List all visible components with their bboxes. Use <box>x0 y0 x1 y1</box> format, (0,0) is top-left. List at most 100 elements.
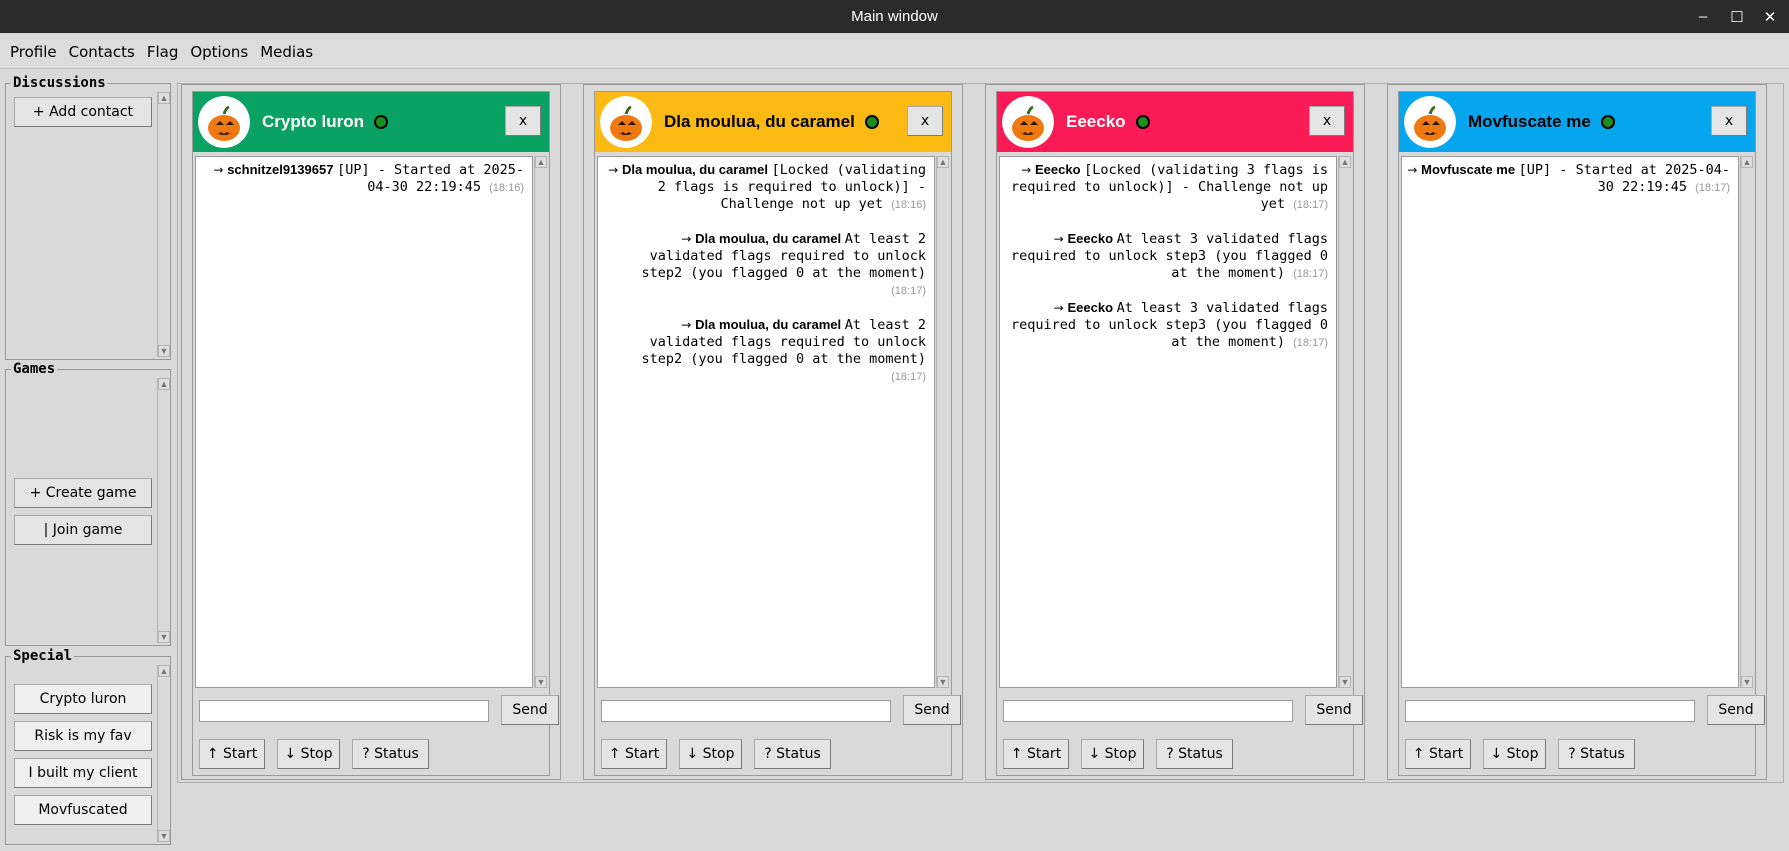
close-chat-button[interactable]: x <box>1711 106 1747 136</box>
special-scrollbar[interactable]: ▲ ▼ <box>157 665 170 842</box>
scroll-up-icon[interactable]: ▲ <box>937 156 949 168</box>
avatar <box>600 96 652 148</box>
avatar <box>198 96 250 148</box>
chat-frame: Dla moulua, du caramel x → Dla moulua, d… <box>594 91 961 776</box>
menu-flag[interactable]: Flag <box>141 43 185 61</box>
stop-button[interactable]: ↓ Stop <box>1081 739 1144 769</box>
message-sender: Dla moulua, du caramel <box>695 231 845 246</box>
message-log-scrollbar[interactable]: ▲ ▼ <box>534 156 547 688</box>
special-panel: Special Crypto luron Risk is my fav I bu… <box>5 648 171 845</box>
scroll-up-icon[interactable]: ▲ <box>158 92 170 104</box>
message-time: (18:17) <box>1293 199 1328 211</box>
status-button[interactable]: ? Status <box>352 739 429 769</box>
games-title: Games <box>11 361 58 377</box>
message-log-scrollbar[interactable]: ▲ ▼ <box>936 156 949 688</box>
discussions-panel: Discussions + Add contact ▲ ▼ <box>5 75 171 360</box>
chat-message: → Eeecko At least 3 validated flags requ… <box>1000 226 1336 283</box>
stop-button[interactable]: ↓ Stop <box>277 739 340 769</box>
chat-panel-4: Movfuscate me x → Movfuscate me [UP] - S… <box>1387 84 1767 780</box>
chat-panel-2: Dla moulua, du caramel x → Dla moulua, d… <box>583 84 963 780</box>
discussions-scrollbar[interactable]: ▲ ▼ <box>157 92 170 357</box>
chat-frame: Eeecko x → Eeecko [Locked (validating 3 … <box>996 91 1363 776</box>
pumpkin-avatar-icon <box>1002 96 1054 148</box>
special-item-crypto-luron[interactable]: Crypto luron <box>14 684 152 714</box>
message-sender: Movfuscate me <box>1421 162 1519 177</box>
maximize-icon[interactable]: ☐ <box>1722 0 1752 33</box>
send-button[interactable]: Send <box>903 695 961 725</box>
close-window-icon[interactable]: ✕ <box>1755 0 1785 33</box>
arrow-icon: → <box>1053 301 1068 315</box>
chat-name: Crypto luron <box>262 112 364 131</box>
start-button[interactable]: ↑ Start <box>1405 739 1471 769</box>
special-item-i-built-my-client[interactable]: I built my client <box>14 758 152 788</box>
scroll-down-icon[interactable]: ▼ <box>158 830 170 842</box>
message-input[interactable] <box>199 700 489 722</box>
message-log-scrollbar[interactable]: ▲ ▼ <box>1338 156 1351 688</box>
chat-message: → Eeecko [Locked (validating 3 flags is … <box>1000 157 1336 214</box>
title-bar: Main window – ☐ ✕ <box>0 0 1789 33</box>
special-item-movfuscated[interactable]: Movfuscated <box>14 795 152 825</box>
send-button[interactable]: Send <box>1305 695 1363 725</box>
message-time: (18:17) <box>1293 337 1328 349</box>
online-status-icon <box>374 115 388 129</box>
chat-message: → Dla moulua, du caramel At least 2 vali… <box>598 312 934 386</box>
arrow-icon: → <box>681 232 696 246</box>
chat-message: → Eeecko At least 3 validated flags requ… <box>1000 295 1336 352</box>
status-button[interactable]: ? Status <box>1558 739 1635 769</box>
message-input[interactable] <box>601 700 891 722</box>
scroll-down-icon[interactable]: ▼ <box>937 676 949 688</box>
message-input[interactable] <box>1405 700 1695 722</box>
scroll-up-icon[interactable]: ▲ <box>158 378 170 390</box>
scroll-up-icon[interactable]: ▲ <box>1741 156 1753 168</box>
start-button[interactable]: ↑ Start <box>601 739 667 769</box>
online-status-icon <box>864 115 879 129</box>
stop-button[interactable]: ↓ Stop <box>679 739 742 769</box>
message-time: (18:17) <box>891 285 926 297</box>
scroll-down-icon[interactable]: ▼ <box>158 631 170 643</box>
special-item-risk-is-my-fav[interactable]: Risk is my fav <box>14 721 152 751</box>
message-log: → Movfuscate me [UP] - Started at 2025-0… <box>1401 156 1739 688</box>
minimize-icon[interactable]: – <box>1688 0 1718 33</box>
send-button[interactable]: Send <box>501 695 559 725</box>
chat-panel-3: Eeecko x → Eeecko [Locked (validating 3 … <box>985 84 1365 780</box>
message-input[interactable] <box>1003 700 1293 722</box>
send-button[interactable]: Send <box>1707 695 1765 725</box>
scroll-down-icon[interactable]: ▼ <box>158 345 170 357</box>
close-chat-button[interactable]: x <box>505 106 541 136</box>
scroll-down-icon[interactable]: ▼ <box>535 676 547 688</box>
arrow-icon: → <box>608 163 623 177</box>
message-log: → Dla moulua, du caramel [Locked (valida… <box>597 156 935 688</box>
arrow-icon: → <box>1021 163 1035 177</box>
message-log: → Eeecko [Locked (validating 3 flags is … <box>999 156 1337 688</box>
close-chat-button[interactable]: x <box>1309 106 1345 136</box>
stop-button[interactable]: ↓ Stop <box>1483 739 1546 769</box>
scroll-up-icon[interactable]: ▲ <box>535 156 547 168</box>
scroll-up-icon[interactable]: ▲ <box>158 665 170 677</box>
create-game-button[interactable]: + Create game <box>14 478 152 508</box>
message-log-scrollbar[interactable]: ▲ ▼ <box>1740 156 1753 688</box>
chat-name: Eeecko <box>1066 112 1126 131</box>
menu-options[interactable]: Options <box>184 43 254 61</box>
menu-contacts[interactable]: Contacts <box>63 43 141 61</box>
games-scrollbar[interactable]: ▲ ▼ <box>157 378 170 643</box>
chat-header: Movfuscate me x <box>1399 92 1755 152</box>
menu-medias[interactable]: Medias <box>254 43 319 61</box>
scroll-down-icon[interactable]: ▼ <box>1741 676 1753 688</box>
status-button[interactable]: ? Status <box>1156 739 1233 769</box>
status-button[interactable]: ? Status <box>754 739 831 769</box>
scroll-up-icon[interactable]: ▲ <box>1339 156 1351 168</box>
join-game-button[interactable]: | Join game <box>14 515 152 545</box>
special-title: Special <box>11 648 75 664</box>
chat-message: → Movfuscate me [UP] - Started at 2025-0… <box>1402 157 1738 197</box>
close-chat-button[interactable]: x <box>907 106 943 136</box>
chat-name: Dla moulua, du caramel <box>664 112 855 131</box>
menu-profile[interactable]: Profile <box>4 43 63 61</box>
message-time: (18:17) <box>1293 268 1328 280</box>
start-button[interactable]: ↑ Start <box>199 739 265 769</box>
chat-header: Eeecko x <box>997 92 1353 152</box>
start-button[interactable]: ↑ Start <box>1003 739 1069 769</box>
chat-frame: Movfuscate me x → Movfuscate me [UP] - S… <box>1398 91 1765 776</box>
add-contact-button[interactable]: + Add contact <box>14 97 152 127</box>
avatar <box>1002 96 1054 148</box>
scroll-down-icon[interactable]: ▼ <box>1339 676 1351 688</box>
